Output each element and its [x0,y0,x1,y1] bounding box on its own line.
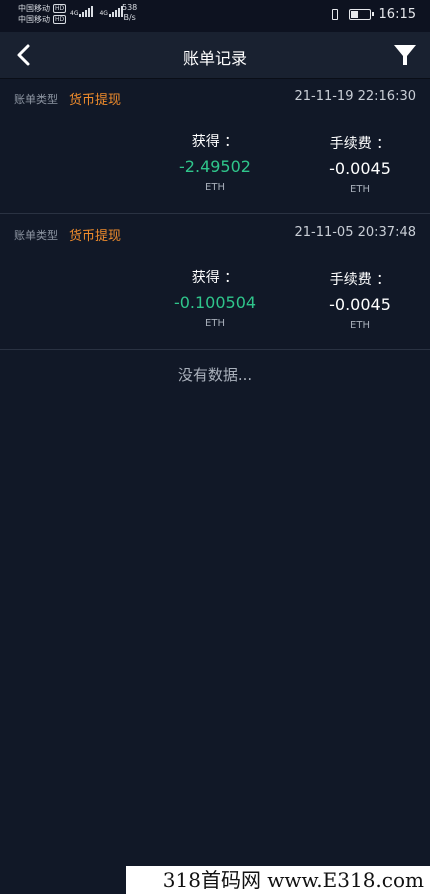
carrier-1: 中国移动 [18,4,50,13]
gain-unit: ETH [205,182,225,193]
network-type-1: 4G [70,10,79,17]
bill-record-1[interactable]: 账单类型 货币提现 21-11-19 22:16:30 获得 ： -2.4950… [0,79,430,214]
battery-icon [348,9,374,20]
speed-value: 538 [122,3,138,12]
bill-time: 21-11-05 20:37:48 [294,225,416,240]
status-right: 16:15 [329,7,416,22]
fee-column: 手续费 ： -0.0045 ETH [318,133,402,195]
gain-value: -0.100504 [173,293,257,312]
gain-unit: ETH [205,318,225,329]
fee-label: 手续费 ： [329,272,391,288]
fee-unit: ETH [350,184,370,195]
fee-unit: ETH [350,320,370,331]
gain-label: 获得 ： [191,270,239,286]
fee-value: -0.0045 [329,295,391,314]
network-indicators: 4G 4G [70,6,123,17]
network-type-2: 4G [99,10,108,17]
gain-column: 获得 ： -2.49502 ETH [168,131,262,193]
vibrate-icon [329,8,341,22]
gain-column: 获得 ： -0.100504 ETH [164,267,266,329]
bill-time: 21-11-19 22:16:30 [294,89,416,104]
fee-value: -0.0045 [329,159,391,178]
hd-badge: HD [53,15,67,24]
signal-icon [79,6,94,17]
bill-record-2[interactable]: 账单类型 货币提现 21-11-05 20:37:48 获得 ： -0.1005… [0,215,430,350]
filter-icon [394,45,416,65]
no-data-message: 没有数据... [177,366,253,384]
bill-type-label: 账单类型 [14,229,58,242]
nav-bar: 账单记录 [0,32,430,79]
carrier-info: 中国移动 HD 中国移动 HD [18,3,67,25]
gain-label: 获得 ： [191,134,239,150]
fee-column: 手续费 ： -0.0045 ETH [318,269,402,331]
bill-type-label: 账单类型 [14,93,58,106]
bill-type: 货币提现 [69,93,122,108]
clock: 16:15 [378,7,416,22]
signal-icon [108,6,123,17]
status-bar: 中国移动 HD 中国移动 HD 4G 4G 538 B/s 16:15 [0,0,430,32]
hd-badge: HD [53,4,67,13]
speed-unit: B/s [123,13,136,22]
filter-button[interactable] [392,42,418,68]
bill-type: 货币提现 [69,229,122,244]
page-title: 账单记录 [182,49,247,68]
carrier-2: 中国移动 [18,15,50,24]
gain-value: -2.49502 [179,157,251,176]
fee-label: 手续费 ： [329,136,391,152]
watermark: 318首码网 www.E318.com [126,866,430,894]
network-speed: 538 B/s [122,3,137,23]
